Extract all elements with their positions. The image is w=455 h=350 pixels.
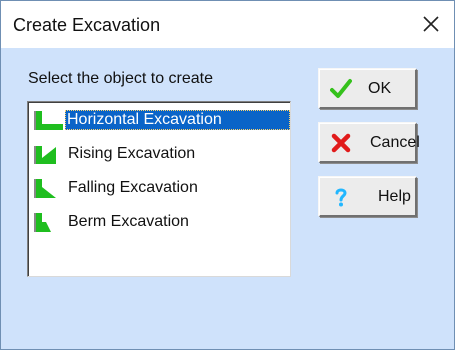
create-excavation-dialog: Create Excavation Select the object to c… bbox=[0, 0, 455, 350]
close-icon bbox=[423, 16, 439, 32]
horizontal-excavation-icon bbox=[34, 111, 63, 130]
list-item-label: Rising Excavation bbox=[68, 145, 196, 162]
berm-excavation-icon bbox=[34, 213, 51, 232]
cancel-button-label: Cancel bbox=[370, 134, 420, 151]
object-selection-label: Select the object to create bbox=[28, 70, 213, 87]
excavation-type-list[interactable]: Horizontal Excavation Rising Excavation … bbox=[27, 101, 291, 277]
list-item-berm-excavation[interactable]: Berm Excavation bbox=[34, 210, 286, 234]
checkmark-icon bbox=[330, 79, 352, 98]
list-item-horizontal-excavation[interactable]: Horizontal Excavation bbox=[34, 108, 290, 132]
close-button[interactable] bbox=[408, 1, 454, 48]
red-x-icon bbox=[331, 133, 351, 153]
cancel-button[interactable]: Cancel bbox=[319, 123, 420, 163]
falling-excavation-icon bbox=[34, 179, 56, 198]
ok-button-label: OK bbox=[368, 80, 392, 97]
list-item-label: Horizontal Excavation bbox=[65, 110, 290, 130]
list-item-falling-excavation[interactable]: Falling Excavation bbox=[34, 176, 286, 200]
window-title: Create Excavation bbox=[13, 15, 161, 35]
list-item-label: Berm Excavation bbox=[68, 213, 189, 230]
question-mark-icon bbox=[335, 188, 347, 207]
title-bar: Create Excavation bbox=[1, 1, 454, 48]
rising-excavation-icon bbox=[34, 146, 56, 164]
list-item-label: Falling Excavation bbox=[68, 179, 198, 196]
help-button[interactable]: Help bbox=[319, 177, 417, 217]
ok-button[interactable]: OK bbox=[319, 69, 417, 109]
list-item-rising-excavation[interactable]: Rising Excavation bbox=[34, 142, 286, 166]
help-button-label: Help bbox=[378, 188, 411, 205]
